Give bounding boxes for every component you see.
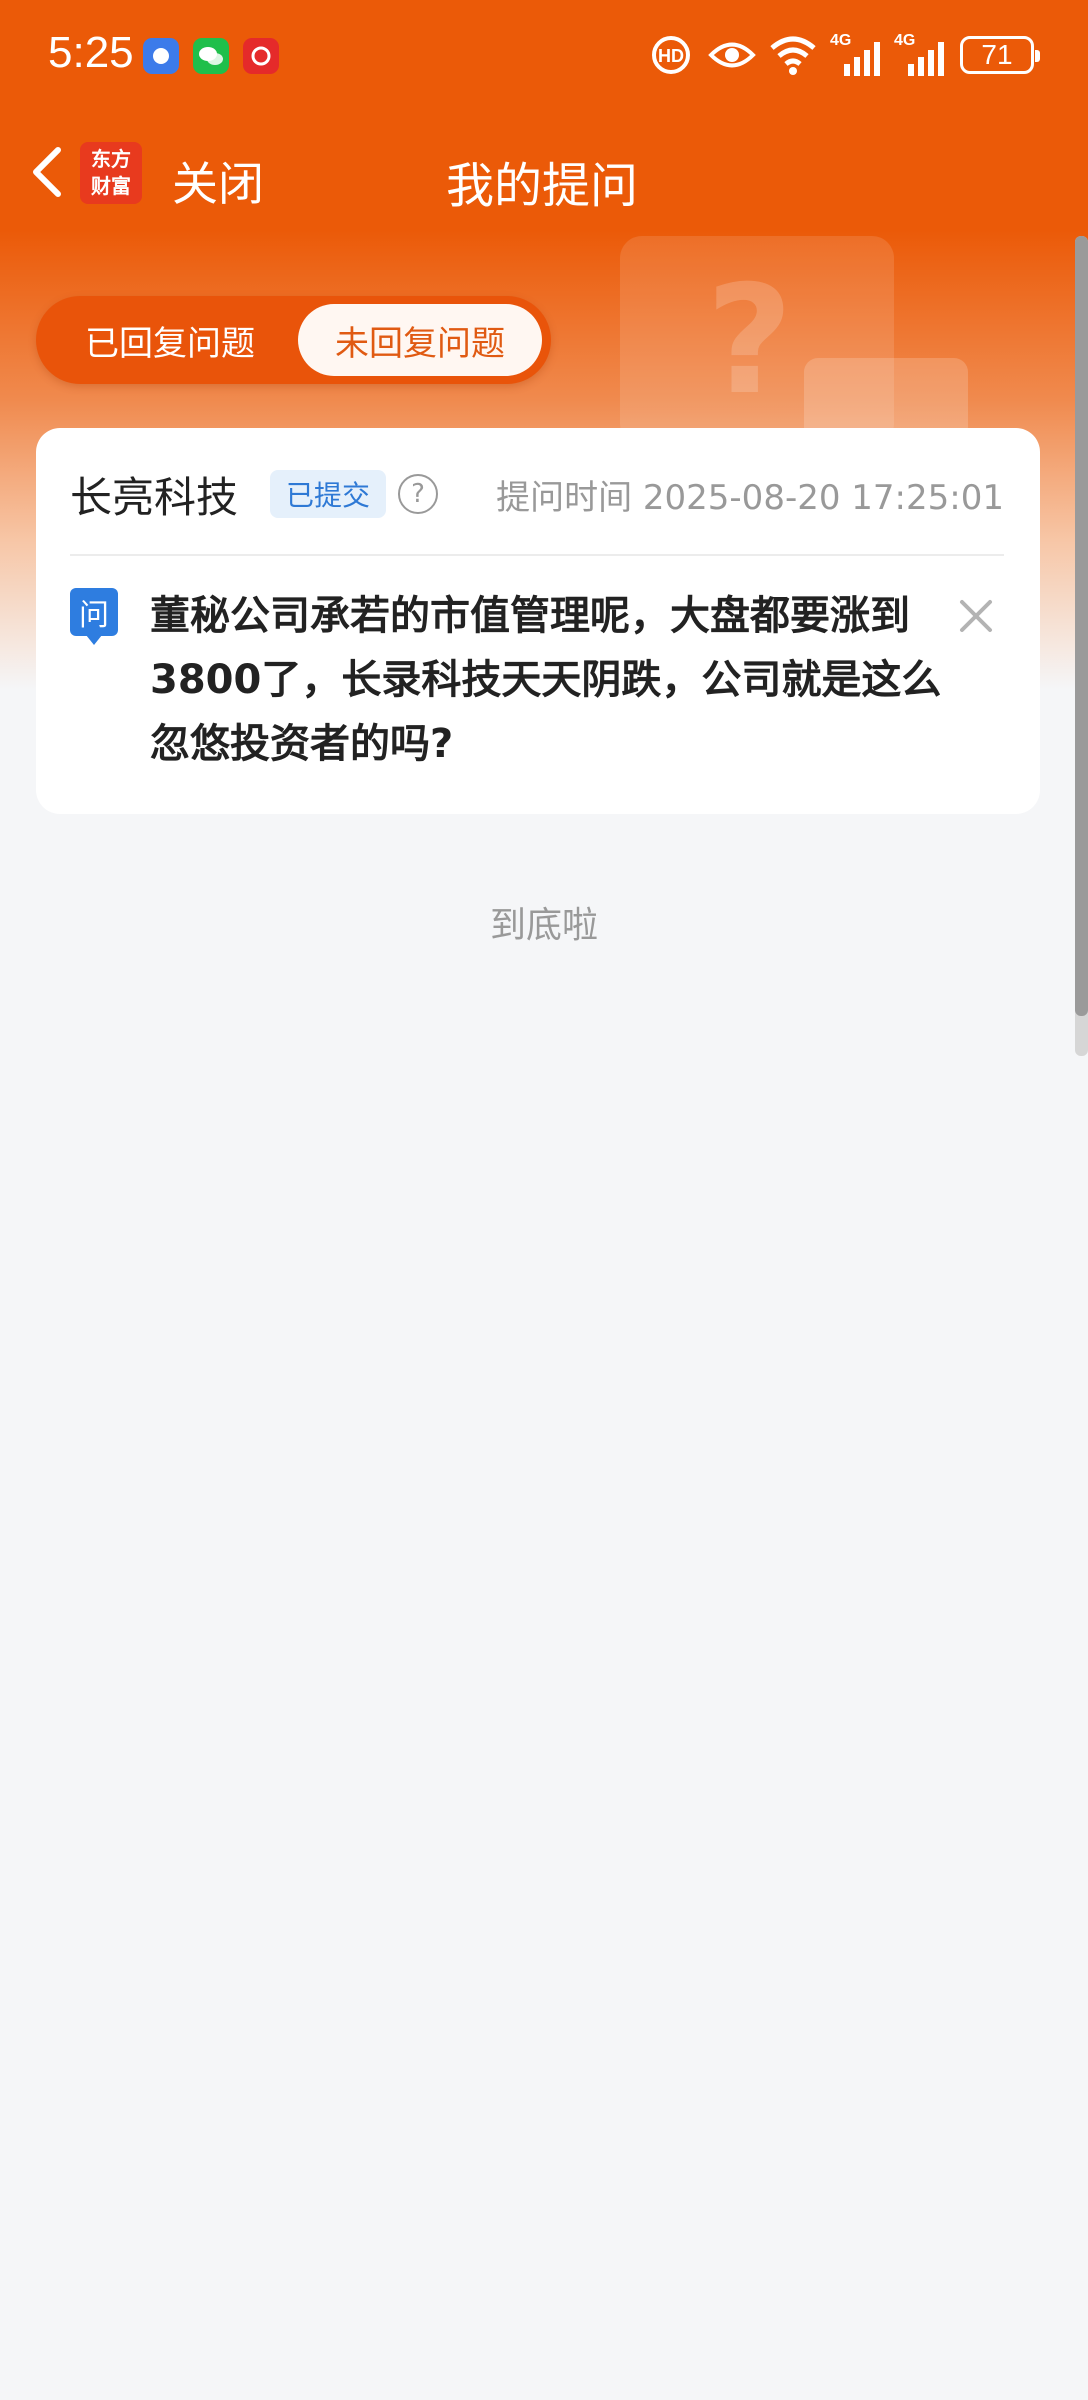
question-text: 董秘公司承若的市值管理呢，大盘都要涨到3800了，长录科技天天阴跌，公司就是这么… [150,593,942,767]
status-bar: 5:25 HD 4G 4G 71 [0,0,1088,112]
status-badge: 已提交 [270,470,387,518]
tab-answered[interactable]: 已回复问题 [50,304,290,376]
netease-music-icon [243,38,279,74]
hd-call-icon: HD [652,36,690,74]
eye-care-icon [708,42,756,68]
battery-icon: 71 [960,36,1040,74]
wechat-icon [193,38,229,74]
wifi-icon [770,36,816,75]
company-name: 长亮科技 [70,473,239,522]
divider [70,554,1004,556]
tab-unanswered[interactable]: 未回复问题 [298,304,542,376]
signal-icon: 4G [830,32,880,78]
svg-text:HD: HD [658,46,684,66]
question-card[interactable]: 长亮科技 已提交 ? 提问时间 2025-08-20 17:25:01 问 董秘… [36,428,1040,814]
battery-level: 71 [981,39,1013,70]
signal-icon: 4G [894,32,944,78]
question-icon: 问 [70,588,118,645]
baidu-icon [143,38,179,74]
nav-bar: 东方 财富 关闭 我的提问 [0,120,1088,230]
question-tabs: 已回复问题 未回复问题 [36,296,551,384]
question-time: 提问时间 2025-08-20 17:25:01 [496,478,1004,518]
status-time: 5:25 [48,28,134,77]
help-icon[interactable]: ? [398,474,438,514]
scrollbar-thumb[interactable] [1075,236,1088,1016]
page-title: 我的提问 [445,158,638,214]
close-icon[interactable] [956,596,996,636]
end-of-list: 到底啦 [489,905,598,946]
